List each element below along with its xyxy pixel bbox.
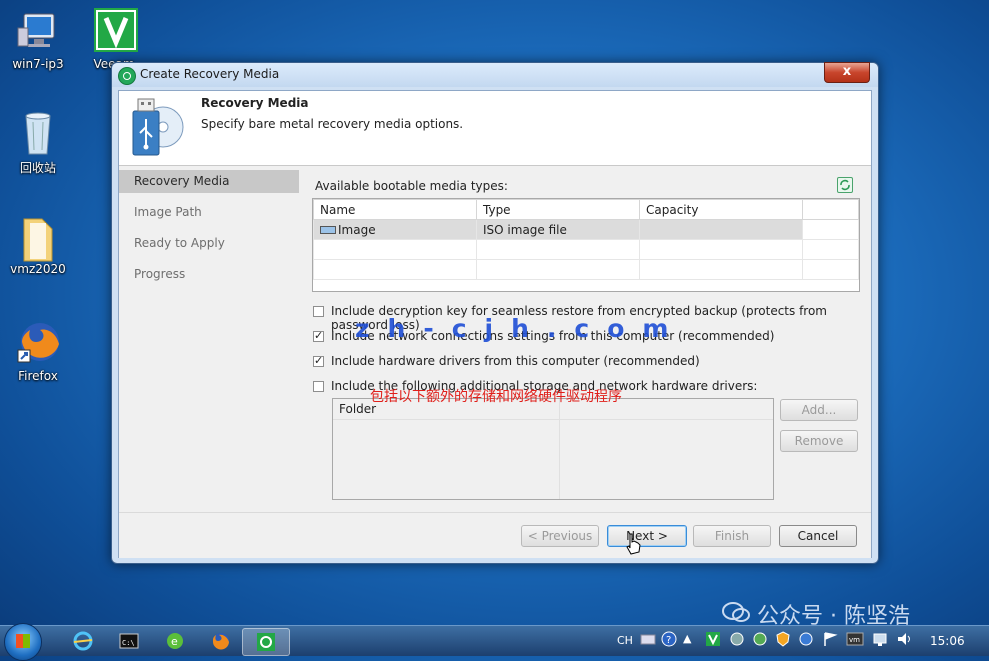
hand-cursor-icon xyxy=(624,533,642,558)
veeam-icon xyxy=(92,8,138,54)
step-image-path[interactable]: Image Path xyxy=(119,201,299,224)
table-row-empty xyxy=(313,239,859,260)
taskbar-cmd[interactable]: C:\ xyxy=(106,628,152,654)
desktop-icon-recycle-bin[interactable]: 回收站 xyxy=(8,110,68,176)
table-row-empty xyxy=(313,259,859,280)
usb-drive-icon xyxy=(129,97,185,157)
recycle-bin-icon xyxy=(16,110,60,156)
finish-button[interactable]: Finish xyxy=(693,525,771,547)
flag-icon[interactable] xyxy=(822,631,838,650)
desktop-icon-label: Firefox xyxy=(18,369,58,383)
next-button[interactable]: Next > xyxy=(607,525,687,547)
create-recovery-media-dialog: Create Recovery Media x Recovery Media S… xyxy=(111,62,879,564)
close-button[interactable]: x xyxy=(824,62,870,83)
row-capacity xyxy=(639,219,803,240)
svg-text:vm: vm xyxy=(849,636,860,644)
remove-button[interactable]: Remove xyxy=(780,430,858,452)
firefox-icon xyxy=(16,320,60,366)
taskbar-browser[interactable]: e xyxy=(152,628,198,654)
media-types-label: Available bootable media types: xyxy=(315,179,508,193)
header-title: Recovery Media xyxy=(201,96,309,110)
refresh-icon[interactable] xyxy=(837,177,853,193)
svg-text:?: ? xyxy=(666,635,671,646)
network-tray-icon[interactable] xyxy=(729,631,745,650)
start-button[interactable] xyxy=(4,623,42,661)
help-icon[interactable]: ? xyxy=(661,631,677,650)
decryption-key-checkbox[interactable] xyxy=(313,306,324,317)
language-indicator[interactable]: CH xyxy=(617,634,633,647)
dialog-title: Create Recovery Media xyxy=(140,67,280,81)
veeam-tray-icon[interactable] xyxy=(705,631,721,650)
wizard-footer: < Previous Next > Finish Cancel xyxy=(119,512,871,558)
site-watermark: zh-cjh.com xyxy=(355,314,687,343)
svg-text:C:\: C:\ xyxy=(122,639,135,647)
desktop-icon-firefox[interactable]: Firefox xyxy=(8,320,68,383)
desktop-icon-vmz2020[interactable]: vmz2020 xyxy=(8,213,68,276)
row-name-cell: Image xyxy=(313,219,477,240)
dialog-client: Recovery Media Specify bare metal recove… xyxy=(118,90,872,558)
tray-arrow-icon[interactable]: ▲ xyxy=(683,632,691,645)
column-header-type[interactable]: Type xyxy=(476,199,640,220)
vm-tray-icon[interactable]: vm xyxy=(846,631,864,650)
wizard-steps: Recovery Media Image Path Ready to Apply… xyxy=(119,166,299,512)
folder-icon xyxy=(16,213,60,262)
driver-folders-table[interactable]: Folder xyxy=(332,398,774,500)
media-types-table[interactable]: Name Type Capacity Image ISO image file xyxy=(312,198,860,292)
volume-icon[interactable] xyxy=(896,631,914,650)
internet-explorer-icon xyxy=(73,631,93,651)
browser-icon: e xyxy=(167,633,183,649)
dialog-titlebar[interactable]: Create Recovery Media x xyxy=(112,62,878,87)
step-progress[interactable]: Progress xyxy=(119,263,299,286)
keyboard-icon[interactable] xyxy=(640,632,656,649)
additional-drivers-checkbox[interactable] xyxy=(313,381,324,392)
desktop-icon-computer[interactable]: win7-ip3 xyxy=(8,8,68,71)
network-icon[interactable] xyxy=(872,631,890,650)
table-header: Name Type Capacity xyxy=(313,199,859,220)
row-type: ISO image file xyxy=(476,219,640,240)
desktop-icon-label: win7-ip3 xyxy=(12,57,64,71)
taskbar-veeam[interactable] xyxy=(242,628,290,656)
veeam-app-icon xyxy=(118,67,136,85)
hardware-drivers-checkbox[interactable] xyxy=(313,354,324,367)
wizard-header: Recovery Media Specify bare metal recove… xyxy=(119,91,871,166)
cancel-button[interactable]: Cancel xyxy=(779,525,857,547)
image-file-icon xyxy=(320,226,336,234)
wizard-content: Available bootable media types: Name Typ… xyxy=(299,166,871,512)
clock[interactable]: 15:06 xyxy=(930,634,965,648)
hardware-drivers-label[interactable]: Include hardware drivers from this compu… xyxy=(331,354,700,368)
column-header-filler xyxy=(802,199,859,220)
shield-icon[interactable] xyxy=(775,631,791,650)
tray-icon[interactable] xyxy=(752,631,768,650)
command-prompt-icon: C:\ xyxy=(119,633,139,649)
column-header-name[interactable]: Name xyxy=(313,199,477,220)
veeam-icon xyxy=(257,633,275,651)
step-recovery-media[interactable]: Recovery Media xyxy=(119,170,299,193)
previous-button[interactable]: < Previous xyxy=(521,525,599,547)
taskbar: C:\ e CH ? ▲ vm 15:06 xyxy=(0,623,989,661)
desktop-icon-label: vmz2020 xyxy=(10,262,66,276)
network-settings-checkbox[interactable] xyxy=(313,329,324,342)
column-header-capacity[interactable]: Capacity xyxy=(639,199,803,220)
step-ready-to-apply[interactable]: Ready to Apply xyxy=(119,232,299,255)
add-button[interactable]: Add... xyxy=(780,399,858,421)
header-subtitle: Specify bare metal recovery media option… xyxy=(201,117,464,131)
firefox-icon xyxy=(212,633,229,650)
chat-tray-icon[interactable] xyxy=(798,631,814,650)
close-icon: x xyxy=(842,64,852,79)
table-row[interactable]: Image ISO image file xyxy=(313,219,859,240)
row-name: Image xyxy=(338,222,376,237)
computer-icon xyxy=(16,8,60,54)
taskbar-ie[interactable] xyxy=(60,628,106,654)
desktop-icon-label: 回收站 xyxy=(19,161,56,175)
svg-text:e: e xyxy=(171,635,178,648)
taskbar-firefox[interactable] xyxy=(198,628,244,654)
chinese-annotation: 包括以下额外的存储和网络硬件驱动程序 xyxy=(370,389,622,405)
